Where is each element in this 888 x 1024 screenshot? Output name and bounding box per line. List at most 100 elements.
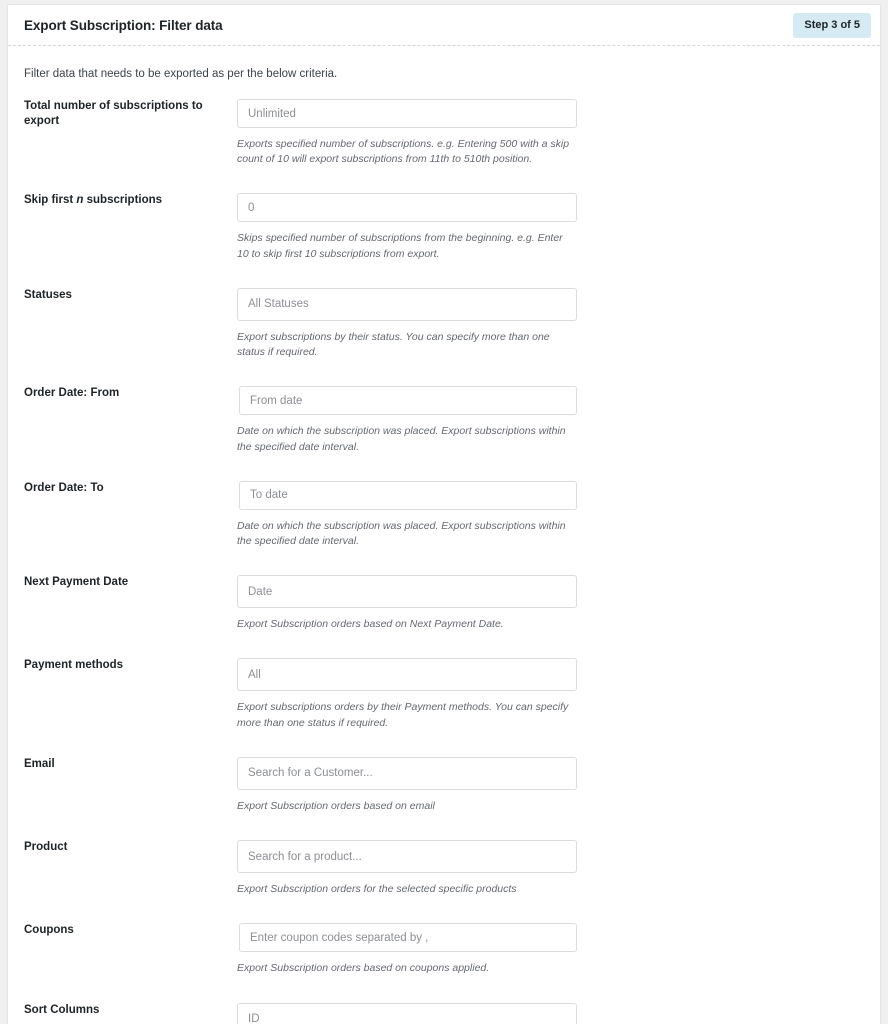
field-description: Export Subscription orders based on Next…: [237, 618, 504, 631]
field-label-text: Order Date: To: [24, 481, 104, 494]
field-description: Date on which the subscription was place…: [237, 519, 566, 547]
row-spacer: [24, 262, 864, 288]
field-label: Product: [24, 840, 229, 855]
total-number-of-subscriptions-to-export-input[interactable]: [237, 99, 577, 128]
form-row: Skip first n subscriptions Skips specifie…: [24, 193, 864, 261]
page-root: Export Subscription: Filter data Step 3 …: [0, 0, 888, 1024]
field-label: Skip first n subscriptions: [24, 193, 229, 208]
row-spacer-cell: [24, 262, 864, 288]
form-row: Product Export Subscription orders for th…: [24, 840, 864, 897]
field-label-text: Coupons: [24, 924, 74, 937]
form-row-label-cell: Next Payment Date: [24, 575, 237, 632]
row-spacer-cell: [24, 455, 864, 481]
row-spacer: [24, 167, 864, 193]
form-row: Coupons Export Subscription orders based …: [24, 923, 864, 976]
field-label-text: Total number of subscriptions to export: [24, 100, 203, 127]
row-spacer-cell: [24, 731, 864, 757]
sort-columns-input[interactable]: [237, 1002, 577, 1024]
field-label-text: Product: [24, 841, 68, 854]
form-row-field-cell: Skips specified number of subscriptions …: [237, 193, 864, 261]
field-description: Export subscriptions orders by their Pay…: [237, 701, 569, 729]
row-spacer-cell: [24, 632, 864, 658]
field-label: Next Payment Date: [24, 575, 229, 590]
field-label: Total number of subscriptions to export: [24, 99, 229, 129]
field-label-text: Order Date: From: [24, 387, 120, 400]
filter-form: Total number of subscriptions to export E…: [24, 99, 864, 1024]
form-row-label-cell: Product: [24, 840, 237, 897]
export-wizard-card: Export Subscription: Filter data Step 3 …: [7, 4, 881, 1024]
row-spacer-cell: [24, 167, 864, 193]
field-label-text: Sort Columns: [24, 1003, 100, 1016]
field-description: Export Subscription orders for the selec…: [237, 883, 517, 896]
field-label: Order Date: From: [24, 386, 229, 401]
form-row-label-cell: Total number of subscriptions to export: [24, 99, 237, 167]
row-spacer: [24, 632, 864, 658]
email-input[interactable]: [237, 756, 577, 790]
field-description: Date on which the subscription was place…: [237, 425, 566, 453]
field-label-text-suffix: subscriptions: [83, 194, 163, 207]
form-row: Next Payment Date Export Subscription ord…: [24, 575, 864, 632]
row-spacer-cell: [24, 897, 864, 923]
order-date-to-input[interactable]: [239, 480, 577, 510]
field-description: Export Subscription orders based on emai…: [237, 799, 435, 812]
form-row-field-cell: Date on which the subscription was place…: [237, 480, 864, 549]
form-row: Order Date: To Date on which the subscrip…: [24, 480, 864, 549]
form-row-label-cell: Coupons: [24, 923, 237, 976]
row-spacer: [24, 814, 864, 840]
form-row: Order Date: From Date on which the subscr…: [24, 386, 864, 454]
form-row-field-cell: Export subscriptions by their status. Yo…: [237, 287, 864, 360]
row-spacer-cell: [24, 360, 864, 386]
field-description: Skips specified number of subscriptions …: [237, 232, 563, 260]
row-spacer: [24, 977, 864, 1003]
form-row-label-cell: Statuses: [24, 288, 237, 360]
status-badge: Step 3 of 5: [793, 12, 871, 38]
field-label-text: Statuses: [24, 288, 72, 301]
form-row-label-cell: Order Date: To: [24, 481, 237, 549]
row-spacer-cell: [24, 977, 864, 1003]
payment-methods-input[interactable]: [237, 658, 577, 692]
skip-first-n-subscriptions-input[interactable]: [237, 193, 577, 223]
form-row-label-cell: Order Date: From: [24, 386, 237, 454]
order-date-from-input[interactable]: [239, 386, 577, 416]
card-body: Filter data that needs to be exported as…: [8, 46, 880, 1024]
form-row-field-cell: Export subscriptions orders by their Pay…: [237, 658, 864, 730]
field-label-text: Payment methods: [24, 659, 124, 672]
form-row-field-cell: Export Subscription orders for the selec…: [237, 840, 864, 897]
card-header: Export Subscription: Filter data Step 3 …: [8, 5, 880, 46]
form-row-field-cell: Exports specified number of subscription…: [237, 99, 864, 167]
form-row-field-cell: Sort the exported data based on the sele…: [237, 1002, 864, 1024]
row-spacer: [24, 731, 864, 757]
form-row: Email Export Subscription orders based on…: [24, 756, 864, 814]
field-description: Export subscriptions by their status. Yo…: [237, 330, 550, 359]
form-row: Statuses Export subscriptions by their st…: [24, 287, 864, 360]
form-row-label-cell: Payment methods: [24, 658, 237, 730]
row-spacer: [24, 360, 864, 386]
field-label: Statuses: [24, 288, 229, 303]
field-label-text: Email: [24, 757, 55, 770]
form-row-field-cell: Export Subscription orders based on Next…: [237, 575, 864, 632]
row-spacer: [24, 549, 864, 575]
row-spacer: [24, 897, 864, 923]
product-input[interactable]: [237, 840, 577, 874]
coupons-input[interactable]: [239, 923, 577, 953]
field-label: Email: [24, 757, 229, 772]
form-row: Payment methods Export subscriptions orde…: [24, 658, 864, 730]
next-payment-date-input[interactable]: [237, 575, 577, 609]
row-spacer-cell: [24, 549, 864, 575]
form-row: Total number of subscriptions to export E…: [24, 99, 864, 167]
statuses-input[interactable]: [237, 287, 577, 321]
field-label: Payment methods: [24, 658, 229, 673]
field-description: Export Subscription orders based on coup…: [237, 962, 490, 975]
row-spacer-cell: [24, 814, 864, 840]
form-row-label-cell: Email: [24, 757, 237, 814]
page-title: Export Subscription: Filter data: [24, 17, 223, 33]
row-spacer: [24, 455, 864, 481]
form-row-label-cell: Skip first n subscriptions: [24, 193, 237, 261]
form-row-field-cell: Export Subscription orders based on emai…: [237, 756, 864, 814]
form-row-field-cell: Export Subscription orders based on coup…: [237, 923, 864, 976]
form-row-field-cell: Date on which the subscription was place…: [237, 386, 864, 454]
field-description: Exports specified number of subscription…: [237, 138, 570, 166]
field-label: Coupons: [24, 923, 229, 938]
field-label-text: Skip first: [24, 194, 77, 207]
field-label-text: Next Payment Date: [24, 576, 129, 589]
